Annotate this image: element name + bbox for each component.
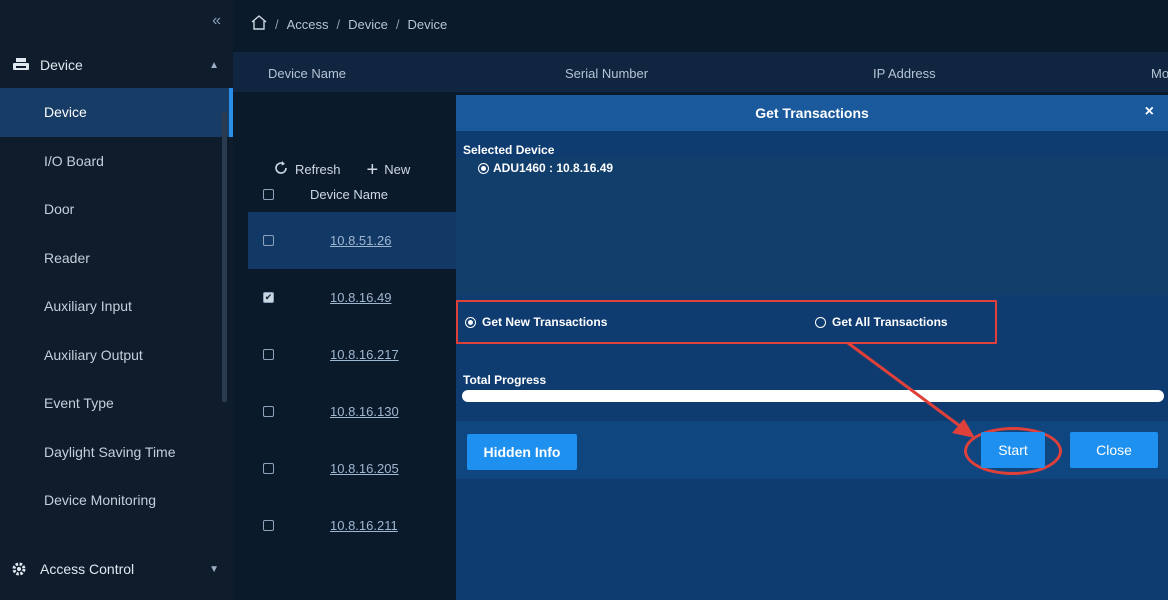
- sidebar-item-daylight-saving-time[interactable]: Daylight Saving Time: [0, 428, 233, 477]
- device-entry-label: ADU1460 : 10.8.16.49: [493, 161, 614, 175]
- breadcrumb-separator: /: [275, 16, 279, 32]
- sidebar-item-auxiliary-input[interactable]: Auxiliary Input: [0, 282, 233, 331]
- column-ip-address[interactable]: IP Address: [873, 66, 936, 81]
- dialog-title: Get Transactions: [755, 105, 869, 121]
- gear-icon: [12, 562, 30, 576]
- dialog-title-bar: Get Transactions ×: [456, 95, 1168, 131]
- column-header-bar: Device Name Serial Number IP Address Mo: [233, 52, 1168, 92]
- row-checkbox[interactable]: [263, 406, 274, 417]
- home-icon[interactable]: [251, 15, 267, 33]
- column-serial-number[interactable]: Serial Number: [565, 66, 648, 81]
- device-name-link[interactable]: 10.8.16.205: [330, 461, 399, 476]
- radio-get-new[interactable]: [465, 316, 476, 328]
- sidebar-item-device-monitoring[interactable]: Device Monitoring: [0, 476, 233, 525]
- new-label: New: [384, 162, 411, 177]
- get-transactions-dialog: Get Transactions × Selected Device ADU14…: [456, 95, 1168, 600]
- column-more[interactable]: Mo: [1151, 66, 1168, 81]
- breadcrumb-item[interactable]: Access: [287, 17, 329, 32]
- breadcrumb-item: Device: [407, 16, 448, 32]
- close-button[interactable]: Close: [1070, 432, 1158, 468]
- option-get-all-transactions[interactable]: Get All Transactions: [815, 315, 948, 329]
- table-row[interactable]: 10.8.16.211: [248, 497, 478, 554]
- device-name-link[interactable]: 10.8.16.49: [330, 290, 391, 305]
- device-entry[interactable]: ADU1460 : 10.8.16.49: [478, 161, 613, 175]
- dialog-button-bar: Hidden Info Start Close: [456, 421, 1168, 479]
- refresh-label: Refresh: [295, 162, 341, 177]
- printer-icon: [12, 58, 30, 72]
- row-checkbox[interactable]: [263, 235, 274, 246]
- total-progress-label: Total Progress: [463, 373, 547, 387]
- sidebar-group-label: Access Control: [40, 561, 135, 577]
- selected-device-list: ADU1460 : 10.8.16.49: [456, 157, 1168, 295]
- sidebar-item-i-o-board[interactable]: I/O Board: [0, 137, 233, 186]
- table-body: 10.8.51.26 ✔ 10.8.16.49 10.8.16.217 10.8.16.…: [248, 212, 478, 554]
- breadcrumb-separator: /: [336, 16, 341, 32]
- breadcrumb: / Access / Device / Device: [233, 12, 447, 36]
- toolbar: Refresh + New: [273, 158, 411, 181]
- breadcrumb-separator: /: [395, 16, 400, 32]
- chevron-up-icon: ▲: [209, 59, 219, 71]
- device-radio[interactable]: [478, 162, 489, 174]
- option-new-label: Get New Transactions: [482, 315, 608, 329]
- table-row[interactable]: 10.8.16.130: [248, 383, 478, 440]
- sidebar-group-access-control[interactable]: Access Control ▼: [0, 545, 233, 593]
- sidebar-group-device[interactable]: Device ▲: [0, 42, 233, 88]
- breadcrumb-item[interactable]: Device: [348, 17, 388, 32]
- table-header: Device Name: [253, 178, 388, 210]
- row-checkbox[interactable]: ✔: [263, 292, 274, 303]
- sidebar-top: «: [0, 0, 233, 42]
- device-name-link[interactable]: 10.8.16.130: [330, 404, 399, 419]
- device-name-link[interactable]: 10.8.16.217: [330, 347, 399, 362]
- chevron-down-icon: ▼: [209, 563, 219, 575]
- sidebar-item-reader[interactable]: Reader: [0, 234, 233, 283]
- sidebar-item-event-type[interactable]: Event Type: [0, 379, 233, 428]
- radio-get-all[interactable]: [815, 316, 826, 328]
- table-row[interactable]: 10.8.16.205: [248, 440, 478, 497]
- column-device-name[interactable]: Device Name: [268, 66, 346, 81]
- row-checkbox[interactable]: [263, 520, 274, 531]
- sidebar-item-device[interactable]: Device: [0, 88, 233, 137]
- sidebar-scrollbar[interactable]: [222, 112, 227, 402]
- option-all-label: Get All Transactions: [832, 315, 948, 329]
- transaction-options-highlight: Get New Transactions Get All Transaction…: [456, 300, 997, 344]
- device-name-link[interactable]: 10.8.51.26: [330, 233, 391, 248]
- sidebar-item-door[interactable]: Door: [0, 185, 233, 234]
- close-icon[interactable]: ×: [1145, 103, 1154, 121]
- table-row[interactable]: 10.8.51.26: [248, 212, 478, 269]
- table-row[interactable]: 10.8.16.217: [248, 326, 478, 383]
- total-progress-bar: [462, 390, 1164, 402]
- option-get-new-transactions[interactable]: Get New Transactions: [465, 315, 607, 329]
- select-all-checkbox[interactable]: [263, 188, 274, 200]
- start-button[interactable]: Start: [981, 432, 1045, 468]
- device-name-link[interactable]: 10.8.16.211: [330, 518, 398, 533]
- sidebar: « Device ▲ Device I/O Board Door Reader Auxi…: [0, 0, 233, 600]
- selected-device-label: Selected Device: [463, 143, 555, 157]
- refresh-button[interactable]: Refresh: [273, 160, 341, 179]
- table-header-device-name: Device Name: [310, 186, 389, 202]
- hidden-info-button[interactable]: Hidden Info: [467, 434, 577, 470]
- row-checkbox[interactable]: [263, 349, 274, 360]
- sidebar-item-auxiliary-output[interactable]: Auxiliary Output: [0, 331, 233, 380]
- sidebar-group-label: Device: [40, 57, 83, 73]
- table-row[interactable]: ✔ 10.8.16.49: [248, 269, 478, 326]
- new-button[interactable]: + New: [366, 158, 411, 181]
- plus-icon: +: [366, 158, 379, 181]
- refresh-icon: [273, 160, 289, 179]
- double-chevron-left-icon[interactable]: «: [212, 12, 221, 30]
- row-checkbox[interactable]: [263, 463, 274, 474]
